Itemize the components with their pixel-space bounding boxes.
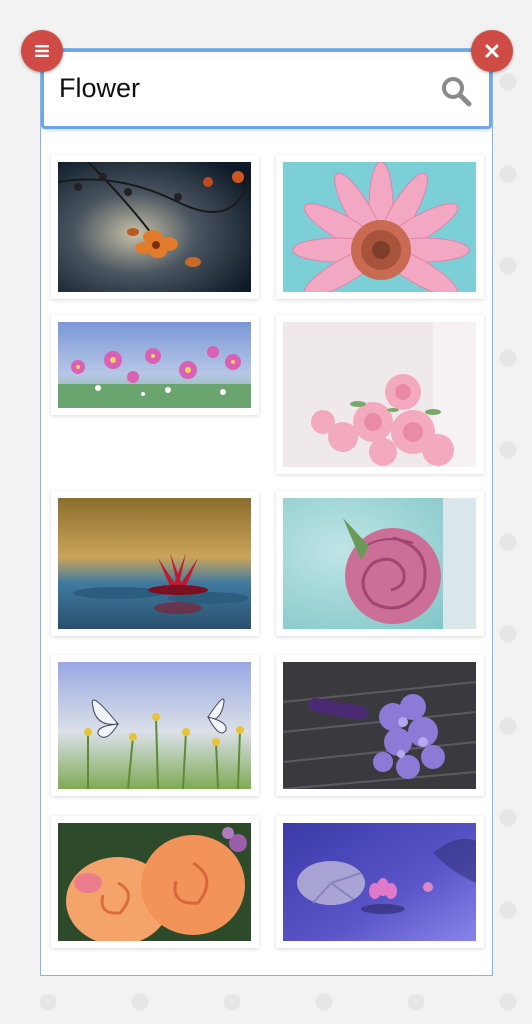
- result-image-card[interactable]: [276, 816, 484, 948]
- flower-thumbnail: [58, 823, 251, 941]
- flower-thumbnail: [58, 662, 251, 789]
- close-button[interactable]: [471, 30, 513, 72]
- result-image-card[interactable]: [51, 315, 259, 415]
- result-image-card[interactable]: [51, 155, 259, 299]
- result-image-card[interactable]: [51, 655, 259, 796]
- flower-thumbnail: [58, 322, 251, 408]
- search-bar: [41, 49, 492, 129]
- search-button[interactable]: [439, 74, 473, 108]
- result-image-card[interactable]: [276, 315, 484, 474]
- result-image-card[interactable]: [51, 491, 259, 636]
- flower-thumbnail: [283, 322, 476, 467]
- result-image-card[interactable]: [276, 655, 484, 796]
- flower-thumbnail: [58, 162, 251, 292]
- flower-thumbnail: [283, 662, 476, 789]
- result-image-card[interactable]: [276, 155, 484, 299]
- menu-icon: [35, 45, 49, 57]
- flower-thumbnail: [58, 498, 251, 629]
- search-input[interactable]: [59, 66, 419, 110]
- close-icon: [485, 44, 499, 58]
- flower-thumbnail: [283, 823, 476, 941]
- image-search-panel: [40, 48, 493, 976]
- flower-thumbnail: [283, 162, 476, 292]
- search-icon: [442, 77, 472, 107]
- result-image-card[interactable]: [51, 816, 259, 948]
- result-image-card[interactable]: [276, 491, 484, 636]
- menu-button[interactable]: [21, 30, 63, 72]
- flower-thumbnail: [283, 498, 476, 629]
